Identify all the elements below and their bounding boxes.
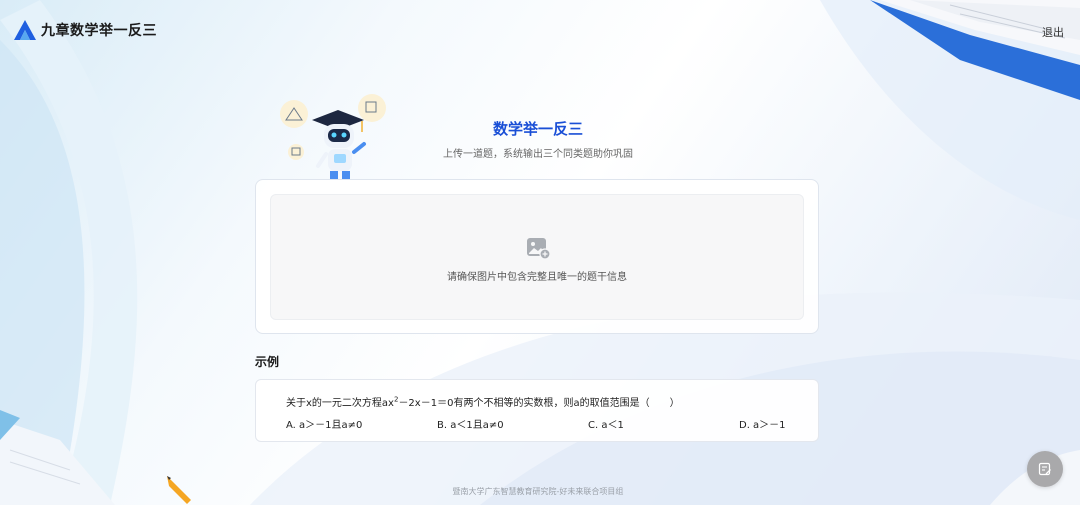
question-text-after: －2x－1＝0有两个不相等的实数根，则a的取值范围是（ ） (398, 398, 680, 409)
image-upload-dropzone[interactable]: 请确保图片中包含完整且唯一的题干信息 (270, 194, 804, 320)
question-text-before: 关于x的一元二次方程ax (286, 398, 394, 409)
logo-triangle-icon (14, 20, 36, 40)
example-question-card[interactable]: 关于x的一元二次方程ax2－2x－1＝0有两个不相等的实数根，则a的取值范围是（… (255, 379, 819, 442)
option-b: B. a＜1且a≠0 (437, 420, 504, 431)
logout-button[interactable]: 退出 (1042, 22, 1064, 42)
example-heading: 示例 (255, 355, 280, 369)
page-subtitle: 上传一道题，系统输出三个同类题助你巩固 (443, 149, 633, 160)
open-book-decoration (870, 0, 1080, 100)
example-options: A. a＞－1且a≠0 B. a＜1且a≠0 C. a＜1 D. a＞－1 (286, 416, 786, 431)
option-c: C. a＜1 (588, 420, 624, 431)
app-name: 九章数学举一反三 (41, 23, 157, 39)
edit-note-icon (1038, 462, 1051, 476)
footer-credit: 暨南大学广东智慧教育研究院-好未来联合项目组 (452, 487, 624, 496)
image-add-icon (527, 238, 550, 259)
page-title: 数学举一反三 (492, 120, 583, 138)
upload-hint-text: 请确保图片中包含完整且唯一的题干信息 (447, 272, 627, 283)
app-logo[interactable]: 九章数学举一反三 (14, 20, 157, 40)
option-d: D. a＞－1 (739, 420, 786, 431)
upload-card: 请确保图片中包含完整且唯一的题干信息 (255, 179, 819, 334)
option-a: A. a＞－1且a≠0 (286, 420, 363, 431)
page: 九章数学举一反三 退出 数学举一反三 上传一道题，系统输出三个同类题助你巩固 请… (0, 0, 1080, 505)
feedback-fab-button[interactable] (1027, 451, 1063, 487)
example-question-text: 关于x的一元二次方程ax2－2x－1＝0有两个不相等的实数根，则a的取值范围是（… (286, 394, 680, 409)
